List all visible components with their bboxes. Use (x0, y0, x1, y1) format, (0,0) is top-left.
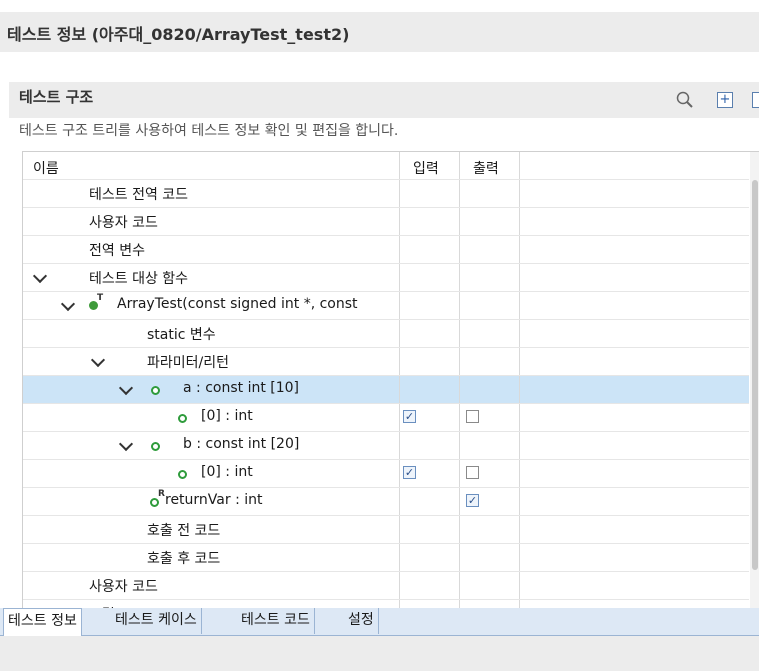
tree-row[interactable]: 호출 전 코드 (23, 516, 749, 544)
tree-row-label: a : const int [10] (183, 380, 300, 396)
tree-row[interactable]: static 변수 (23, 320, 749, 348)
tree-row-label: 전역 변수 (89, 243, 145, 259)
output-checkbox[interactable]: ✓ (466, 494, 479, 507)
section-title: 테스트 구조 (19, 88, 94, 106)
tree-row-label: static 변수 (147, 327, 216, 343)
column-header-input[interactable]: 입력 (413, 158, 439, 178)
tree-row-label: 테스트 전역 코드 (89, 187, 189, 203)
variable-icon (151, 386, 160, 395)
tree-row[interactable]: [0] : int ✓ (23, 404, 749, 432)
scrollbar-thumb[interactable] (752, 180, 758, 570)
tree-row-label: 사용자 코드 (89, 579, 158, 595)
tab-settings[interactable]: 설정 (344, 608, 379, 634)
collapse-icon[interactable] (752, 92, 759, 108)
editor-tabs: 테스트 정보 테스트 케이스 테스트 코드 설정 (0, 608, 759, 636)
input-checkbox[interactable]: ✓ (403, 466, 416, 479)
status-area (0, 636, 759, 671)
expand-all-icon[interactable]: + (717, 92, 733, 108)
tree-row[interactable]: 테스트 전역 코드 (23, 180, 749, 208)
title-bar: 테스트 정보 (아주대_0820/ArrayTest_test2) (0, 12, 759, 52)
variable-icon (178, 470, 187, 479)
tree-row-label: ArrayTest(const signed int *, const (117, 296, 358, 312)
tree-row[interactable]: 사용자 코드 (23, 572, 749, 600)
tree-row-label: b : const int [20] (183, 436, 300, 452)
icon-superscript: T (97, 293, 104, 303)
chevron-down-icon[interactable] (32, 268, 48, 284)
tree-header: 이름 입력 출력 (23, 152, 749, 180)
section-header: 테스트 구조 + (9, 82, 759, 118)
output-checkbox[interactable] (466, 466, 479, 479)
tree-row[interactable]: 전역 변수 (23, 236, 749, 264)
tab-test-case[interactable]: 테스트 케이스 (111, 608, 202, 634)
test-structure-tree[interactable]: 이름 입력 출력 테스트 전역 코드 사용자 코드 전역 변수 테스트 대상 함수 T A… (22, 151, 759, 609)
vertical-scrollbar[interactable] (750, 152, 759, 609)
return-icon (150, 498, 159, 507)
tree-row[interactable]: a : const int [10] (23, 376, 749, 404)
chevron-down-icon[interactable] (90, 352, 106, 368)
tree-row[interactable]: [0] : int ✓ (23, 460, 749, 488)
section-description: 테스트 구조 트리를 사용하여 테스트 정보 확인 및 편집을 합니다. (19, 123, 399, 139)
tab-test-info[interactable]: 테스트 정보 (3, 608, 82, 636)
tree-row-label: [0] : int (201, 464, 253, 480)
tree-row[interactable]: 파라미터/리턴 (23, 348, 749, 376)
tree-row[interactable]: b : const int [20] (23, 432, 749, 460)
tree-row[interactable]: 테스트 대상 함수 (23, 264, 749, 292)
column-header-name[interactable]: 이름 (33, 158, 59, 178)
chevron-down-icon[interactable] (118, 436, 134, 452)
variable-icon (151, 442, 160, 451)
tree-row-label: 호출 전 코드 (147, 523, 221, 539)
tree-row-label: 테스트 대상 함수 (89, 271, 189, 287)
variable-icon (178, 414, 187, 423)
column-header-output[interactable]: 출력 (473, 158, 499, 178)
window-title: 테스트 정보 (아주대_0820/ArrayTest_test2) (7, 25, 350, 44)
tree-row[interactable]: 사용자 코드 (23, 208, 749, 236)
tree-row[interactable]: 호출 후 코드 (23, 544, 749, 572)
tree-row-label: [0] : int (201, 408, 253, 424)
search-icon[interactable] (675, 90, 695, 110)
tree-row-label: returnVar : int (165, 492, 263, 508)
input-checkbox[interactable]: ✓ (403, 410, 416, 423)
icon-superscript: R (158, 489, 165, 499)
tree-row-label: 사용자 코드 (89, 215, 158, 231)
tree-row-label: 파라미터/리턴 (147, 355, 229, 371)
tab-test-code[interactable]: 테스트 코드 (237, 608, 315, 634)
tree-row[interactable]: T ArrayTest(const signed int *, const (23, 292, 749, 320)
tree-row-label: 호출 후 코드 (147, 551, 221, 567)
output-checkbox[interactable] (466, 410, 479, 423)
tree-row[interactable]: RreturnVar : int ✓ (23, 488, 749, 516)
chevron-down-icon[interactable] (60, 296, 76, 312)
chevron-down-icon[interactable] (118, 380, 134, 396)
